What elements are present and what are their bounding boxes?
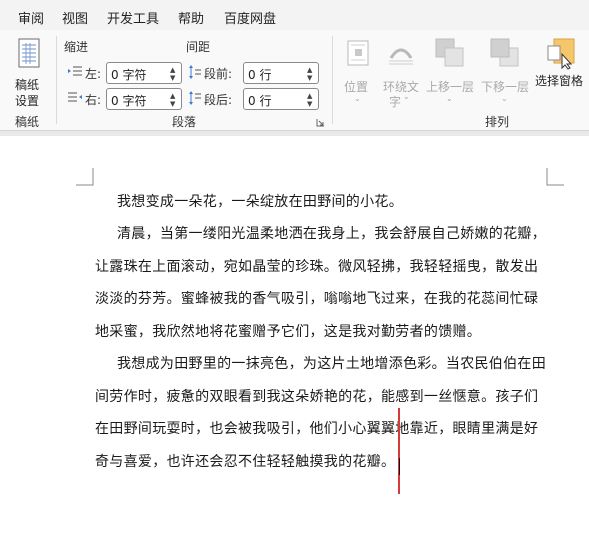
wrap-text-button[interactable]: 环绕文 字 ⌄ xyxy=(381,36,423,109)
group-divider xyxy=(332,36,333,124)
dialog-launcher-icon[interactable] xyxy=(316,118,325,127)
spin-up-icon[interactable]: ▲ xyxy=(170,66,178,74)
spin-down-icon[interactable]: ▼ xyxy=(307,74,315,82)
indent-right-value: 0 字符 xyxy=(111,94,147,108)
menu-baidu-netdisk[interactable]: 百度网盘 xyxy=(224,8,276,27)
bring-forward-icon xyxy=(435,38,464,67)
manuscript-paper-icon xyxy=(18,38,40,68)
space-after-label: 段后: xyxy=(204,93,233,107)
document-area: 我想变成一朵花，一朵绽放在田野间的小花。 清晨，当第一缕阳光温柔地洒在我身上，我… xyxy=(0,131,589,537)
bring-forward-button[interactable]: 上移一层 ⌄ xyxy=(424,36,476,106)
position-label: 位置 xyxy=(344,80,369,94)
indent-right-spinner[interactable]: 0 字符 ▲ ▼ xyxy=(106,88,182,110)
ribbon: 稿纸 设置 稿纸 缩进 间距 左: 0 字符 ▲ ▼ 右: 0 字符 ▲ ▼ 段… xyxy=(0,30,589,131)
position-icon xyxy=(347,40,369,66)
indent-left-spinner[interactable]: 0 字符 ▲ ▼ xyxy=(106,62,182,84)
paragraph-group-label: 段落 xyxy=(172,115,197,129)
indent-heading: 缩进 xyxy=(64,40,89,54)
spin-up-icon[interactable]: ▲ xyxy=(307,92,315,100)
menu-help[interactable]: 帮助 xyxy=(178,8,204,27)
spin-up-icon[interactable]: ▲ xyxy=(170,92,178,100)
bring-forward-label: 上移一层 xyxy=(426,80,475,94)
space-before-spinner[interactable]: 0 行 ▲ ▼ xyxy=(243,62,319,84)
space-after-icon xyxy=(189,91,201,105)
manuscript-group-label: 稿纸 xyxy=(15,115,40,129)
chevron-down-icon: ⌄ xyxy=(501,94,508,103)
selection-pane-icon xyxy=(547,38,575,70)
menu-bar: 审阅 视图 开发工具 帮助 百度网盘 xyxy=(0,0,589,30)
chevron-down-icon: ⌄ xyxy=(354,94,361,103)
indent-left-label: 左: xyxy=(85,67,102,81)
wrap-text-label-2: 字 xyxy=(389,95,402,109)
spin-down-icon[interactable]: ▼ xyxy=(170,100,178,108)
selection-pane-label: 选择窗格 xyxy=(535,74,584,88)
indent-right-label: 右: xyxy=(85,93,102,107)
manuscript-settings-button[interactable]: 稿纸 设置 xyxy=(6,36,50,108)
manuscript-button-label-2: 设置 xyxy=(15,94,40,108)
send-backward-icon xyxy=(490,38,519,67)
chevron-down-icon: ⌄ xyxy=(403,92,410,101)
crop-mark-top-left xyxy=(76,168,94,186)
document-paragraph[interactable]: 我想变成一朵花，一朵绽放在田野间的小花。 xyxy=(95,186,547,219)
document-paragraph[interactable]: 我想成为田野里的一抹亮色，为这片土地增添色彩。当农民伯伯在田间劳作时，疲惫的双眼… xyxy=(95,348,547,478)
menu-developer[interactable]: 开发工具 xyxy=(107,8,159,27)
document-page[interactable]: 我想变成一朵花，一朵绽放在田野间的小花。 清晨，当第一缕阳光温柔地洒在我身上，我… xyxy=(0,136,589,537)
menu-review[interactable]: 审阅 xyxy=(18,8,44,27)
wrap-text-icon xyxy=(389,48,413,65)
crop-mark-top-right xyxy=(546,168,564,186)
indent-right-icon xyxy=(68,92,82,102)
text-cursor xyxy=(399,458,400,475)
spin-down-icon[interactable]: ▼ xyxy=(307,100,315,108)
red-vertical-marker xyxy=(398,408,400,494)
group-divider xyxy=(56,36,57,124)
manuscript-button-label-1: 稿纸 xyxy=(15,78,40,92)
send-backward-label: 下移一层 xyxy=(481,80,530,94)
chevron-down-icon: ⌄ xyxy=(446,94,453,103)
indent-left-icon xyxy=(68,66,82,76)
spin-up-icon[interactable]: ▲ xyxy=(307,66,315,74)
space-before-value: 0 行 xyxy=(248,68,272,82)
selection-pane-button[interactable]: 选择窗格 xyxy=(534,36,589,106)
arrange-group-label: 排列 xyxy=(485,115,510,129)
indent-left-value: 0 字符 xyxy=(111,68,147,82)
spin-down-icon[interactable]: ▼ xyxy=(170,74,178,82)
document-paragraph[interactable]: 清晨，当第一缕阳光温柔地洒在我身上，我会舒展自己娇嫩的花瓣，让露珠在上面滚动，宛… xyxy=(95,218,547,348)
space-before-icon xyxy=(189,65,201,79)
space-after-spinner[interactable]: 0 行 ▲ ▼ xyxy=(243,88,319,110)
spacing-heading: 间距 xyxy=(186,40,211,54)
space-after-value: 0 行 xyxy=(248,94,272,108)
menu-view[interactable]: 视图 xyxy=(62,8,88,27)
space-before-label: 段前: xyxy=(204,67,233,81)
send-backward-button[interactable]: 下移一层 ⌄ xyxy=(479,36,531,106)
position-button[interactable]: 位置 ⌄ xyxy=(338,36,378,106)
